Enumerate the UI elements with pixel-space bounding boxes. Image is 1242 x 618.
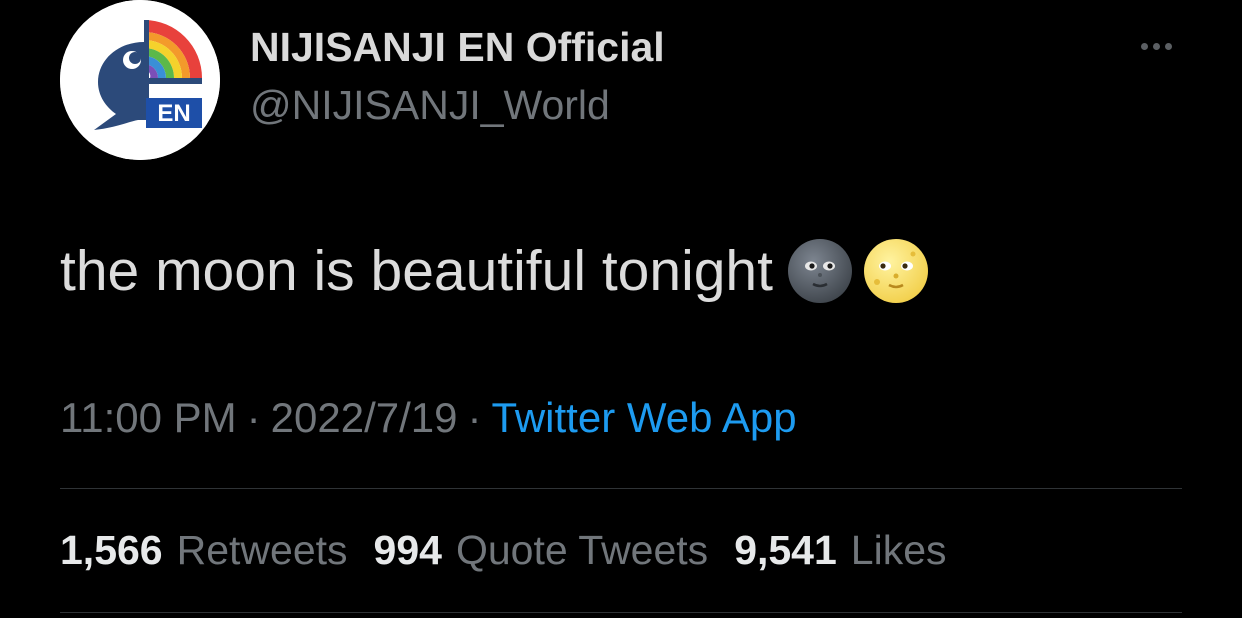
meta-separator: ·	[467, 394, 482, 441]
retweets-label: Retweets	[176, 527, 348, 573]
likes-stat[interactable]: 9,541 Likes	[734, 526, 946, 574]
likes-label: Likes	[850, 527, 947, 573]
divider	[60, 488, 1182, 489]
more-dot	[1152, 42, 1160, 50]
tweet-metadata: 11:00 PM · 2022/7/19 · Twitter Web App	[60, 394, 797, 442]
divider	[60, 612, 1182, 613]
quote-tweets-stat[interactable]: 994 Quote Tweets	[374, 526, 709, 574]
likes-count: 9,541	[734, 527, 837, 573]
retweets-count: 1,566	[60, 527, 163, 573]
author-avatar[interactable]: EN	[60, 0, 220, 160]
new-moon-face-emoji-icon	[787, 239, 852, 303]
more-horizontal-icon	[1140, 42, 1148, 50]
more-dot	[1164, 42, 1172, 50]
nijisanji-logo-icon: EN	[60, 0, 220, 160]
tweet-source-link[interactable]: Twitter Web App	[492, 394, 797, 441]
author-display-name[interactable]: NIJISANJI EN Official	[250, 24, 665, 70]
tweet-body: the moon is beautiful tonight	[60, 238, 929, 304]
tweet-date[interactable]: 2022/7/19	[271, 394, 458, 441]
quote-tweets-label: Quote Tweets	[455, 527, 709, 573]
tweet-time[interactable]: 11:00 PM	[60, 394, 237, 441]
more-options-button[interactable]	[1128, 30, 1184, 62]
tweet-text: the moon is beautiful tonight	[60, 239, 773, 303]
retweets-stat[interactable]: 1,566 Retweets	[60, 526, 348, 574]
meta-separator: ·	[246, 394, 261, 441]
avatar-badge-text: EN	[157, 100, 190, 127]
full-moon-face-emoji-icon	[863, 239, 928, 303]
author-handle[interactable]: @NIJISANJI_World	[250, 82, 610, 128]
quote-tweets-count: 994	[373, 527, 442, 573]
tweet-stats: 1,566 Retweets 994 Quote Tweets 9,541 Likes	[60, 526, 973, 574]
